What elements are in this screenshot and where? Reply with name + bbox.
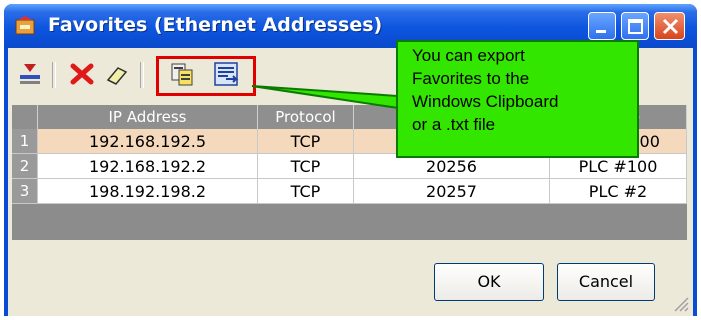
resize-grip-icon[interactable] bbox=[671, 294, 689, 312]
minimize-icon bbox=[596, 30, 606, 33]
ip-address-cell: 192.168.192.5 bbox=[38, 129, 258, 154]
port-cell: 20257 bbox=[354, 179, 550, 204]
row-number: 1 bbox=[12, 129, 38, 154]
maximize-button[interactable] bbox=[621, 12, 649, 40]
table-row[interactable]: 3 198.192.198.2 TCP 20257 PLC #2 bbox=[12, 179, 687, 204]
download-icon[interactable] bbox=[16, 60, 44, 88]
row-number: 2 bbox=[12, 154, 38, 179]
column-header-protocol[interactable]: Protocol bbox=[258, 105, 354, 129]
callout-line: or a .txt file bbox=[412, 115, 496, 134]
eraser-icon[interactable] bbox=[102, 60, 130, 88]
callout-line: Windows Clipboard bbox=[412, 92, 559, 111]
protocol-cell: TCP bbox=[258, 179, 354, 204]
toolbar-separator bbox=[140, 62, 144, 88]
protocol-cell: TCP bbox=[258, 129, 354, 154]
delete-icon[interactable] bbox=[68, 60, 96, 88]
ip-address-cell: 192.168.192.2 bbox=[38, 154, 258, 179]
window-title: Favorites (Ethernet Addresses) bbox=[48, 14, 383, 36]
row-number: 3 bbox=[12, 179, 38, 204]
export-buttons-highlight bbox=[156, 56, 256, 96]
name-cell: PLC #2 bbox=[550, 179, 687, 204]
column-header-ip-address[interactable]: IP Address bbox=[38, 105, 258, 129]
callout-line: Favorites to the bbox=[412, 69, 530, 88]
ip-address-cell: 198.192.198.2 bbox=[38, 179, 258, 204]
callout-line: You can export bbox=[412, 46, 525, 65]
ok-button[interactable]: OK bbox=[434, 263, 544, 301]
close-button[interactable] bbox=[654, 12, 685, 40]
export-callout: You can export Favorites to the Windows … bbox=[396, 40, 639, 158]
header-corner bbox=[12, 105, 38, 129]
toolbar-separator bbox=[52, 62, 56, 88]
close-icon bbox=[662, 18, 679, 35]
minimize-button[interactable] bbox=[588, 12, 616, 40]
maximize-icon bbox=[628, 19, 643, 34]
callout-text: You can export Favorites to the Windows … bbox=[412, 44, 632, 136]
protocol-cell: TCP bbox=[258, 154, 354, 179]
app-icon bbox=[15, 16, 35, 35]
cancel-button[interactable]: Cancel bbox=[557, 263, 655, 301]
